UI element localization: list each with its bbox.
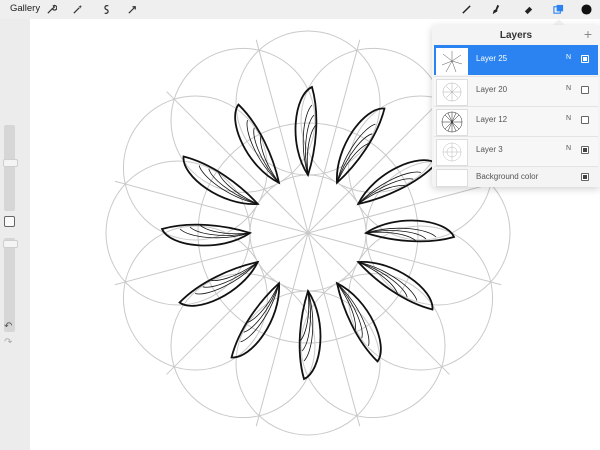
layer-row-25[interactable]: Layer 25 N: [434, 45, 598, 75]
background-color-swatch[interactable]: [436, 169, 468, 187]
guide-line: [166, 232, 309, 375]
petal-stroke: [253, 127, 280, 184]
guide-circle: [122, 95, 268, 241]
petal-stroke: [357, 185, 406, 205]
layer-name: Layer 25: [476, 54, 508, 63]
layers-panel: Layers + Layer 25 N Layer 20 N Layer 12 …: [432, 25, 600, 187]
wing-petal: [363, 219, 456, 243]
visibility-checkbox[interactable]: [581, 55, 589, 63]
guide-line: [307, 91, 450, 234]
wing-petal: [294, 85, 318, 178]
guide-circle: [300, 273, 446, 419]
eraser-icon[interactable]: [521, 2, 536, 17]
top-toolbar: Gallery: [0, 0, 600, 20]
left-sidebar: ↶ ↷: [0, 19, 30, 450]
guide-line: [307, 180, 502, 234]
wrench-icon[interactable]: [44, 2, 59, 17]
blend-mode-button[interactable]: N: [566, 54, 571, 61]
layer-thumbnail: [436, 79, 468, 106]
transform-icon[interactable]: [125, 2, 140, 17]
guide-line: [114, 232, 309, 286]
opacity-slider[interactable]: [3, 238, 18, 332]
brush-size-handle[interactable]: [3, 159, 18, 167]
petal-stroke: [336, 282, 363, 339]
blend-mode-button[interactable]: N: [566, 85, 571, 92]
layer-name: Layer 12: [476, 115, 508, 124]
selection-icon[interactable]: [99, 2, 114, 17]
brush-size-slider[interactable]: [3, 125, 18, 211]
petal-stroke: [202, 261, 259, 288]
guide-circle: [122, 225, 268, 371]
guide-line: [307, 232, 450, 375]
visibility-checkbox[interactable]: [581, 116, 589, 124]
undo-button[interactable]: ↶: [4, 321, 12, 332]
magic-wand-icon[interactable]: [70, 2, 85, 17]
guide-circle: [235, 290, 381, 436]
layer-name: Layer 20: [476, 85, 508, 94]
petal-stroke: [210, 261, 259, 281]
layer-name: Layer 3: [476, 145, 503, 154]
brush-icon[interactable]: [459, 2, 474, 17]
layer-thumbnail: [436, 139, 468, 166]
guide-circle: [235, 30, 381, 176]
petal-stroke: [336, 282, 356, 331]
wing-petal: [298, 288, 322, 381]
gallery-button[interactable]: Gallery: [10, 3, 40, 14]
background-color-label: Background color: [476, 172, 539, 181]
petal-stroke: [260, 135, 280, 184]
layers-panel-title: Layers: [499, 30, 533, 41]
layer-row-20[interactable]: Layer 20 N: [434, 76, 598, 106]
wing-petal: [160, 223, 253, 247]
guide-circle: [170, 273, 316, 419]
layer-row-3[interactable]: Layer 3 N: [434, 136, 598, 166]
guide-circle: [105, 160, 251, 306]
guide-circle: [348, 225, 494, 371]
add-layer-button[interactable]: +: [584, 26, 592, 42]
petal-stroke: [357, 178, 414, 205]
blend-mode-button[interactable]: N: [566, 145, 571, 152]
guide-line: [307, 232, 361, 427]
background-visibility-checkbox[interactable]: [581, 173, 589, 181]
layer-row-12[interactable]: Layer 12 N: [434, 106, 598, 136]
smudge-icon[interactable]: [488, 2, 503, 17]
guide-circle: [300, 47, 446, 193]
layer-thumbnail: [436, 109, 468, 136]
opacity-handle[interactable]: [3, 240, 18, 248]
blend-mode-button[interactable]: N: [566, 115, 571, 122]
modify-button[interactable]: [4, 216, 15, 227]
layers-icon[interactable]: [551, 2, 566, 17]
guide-circle: [170, 47, 316, 193]
visibility-checkbox[interactable]: [581, 86, 589, 94]
visibility-checkbox[interactable]: [581, 146, 589, 154]
redo-button[interactable]: ↷: [4, 337, 12, 348]
background-color-row[interactable]: Background color: [434, 166, 598, 187]
guide-line: [255, 39, 309, 234]
layer-thumbnail: [436, 48, 468, 75]
guide-line: [166, 91, 309, 234]
color-swatch-icon[interactable]: [579, 2, 594, 17]
